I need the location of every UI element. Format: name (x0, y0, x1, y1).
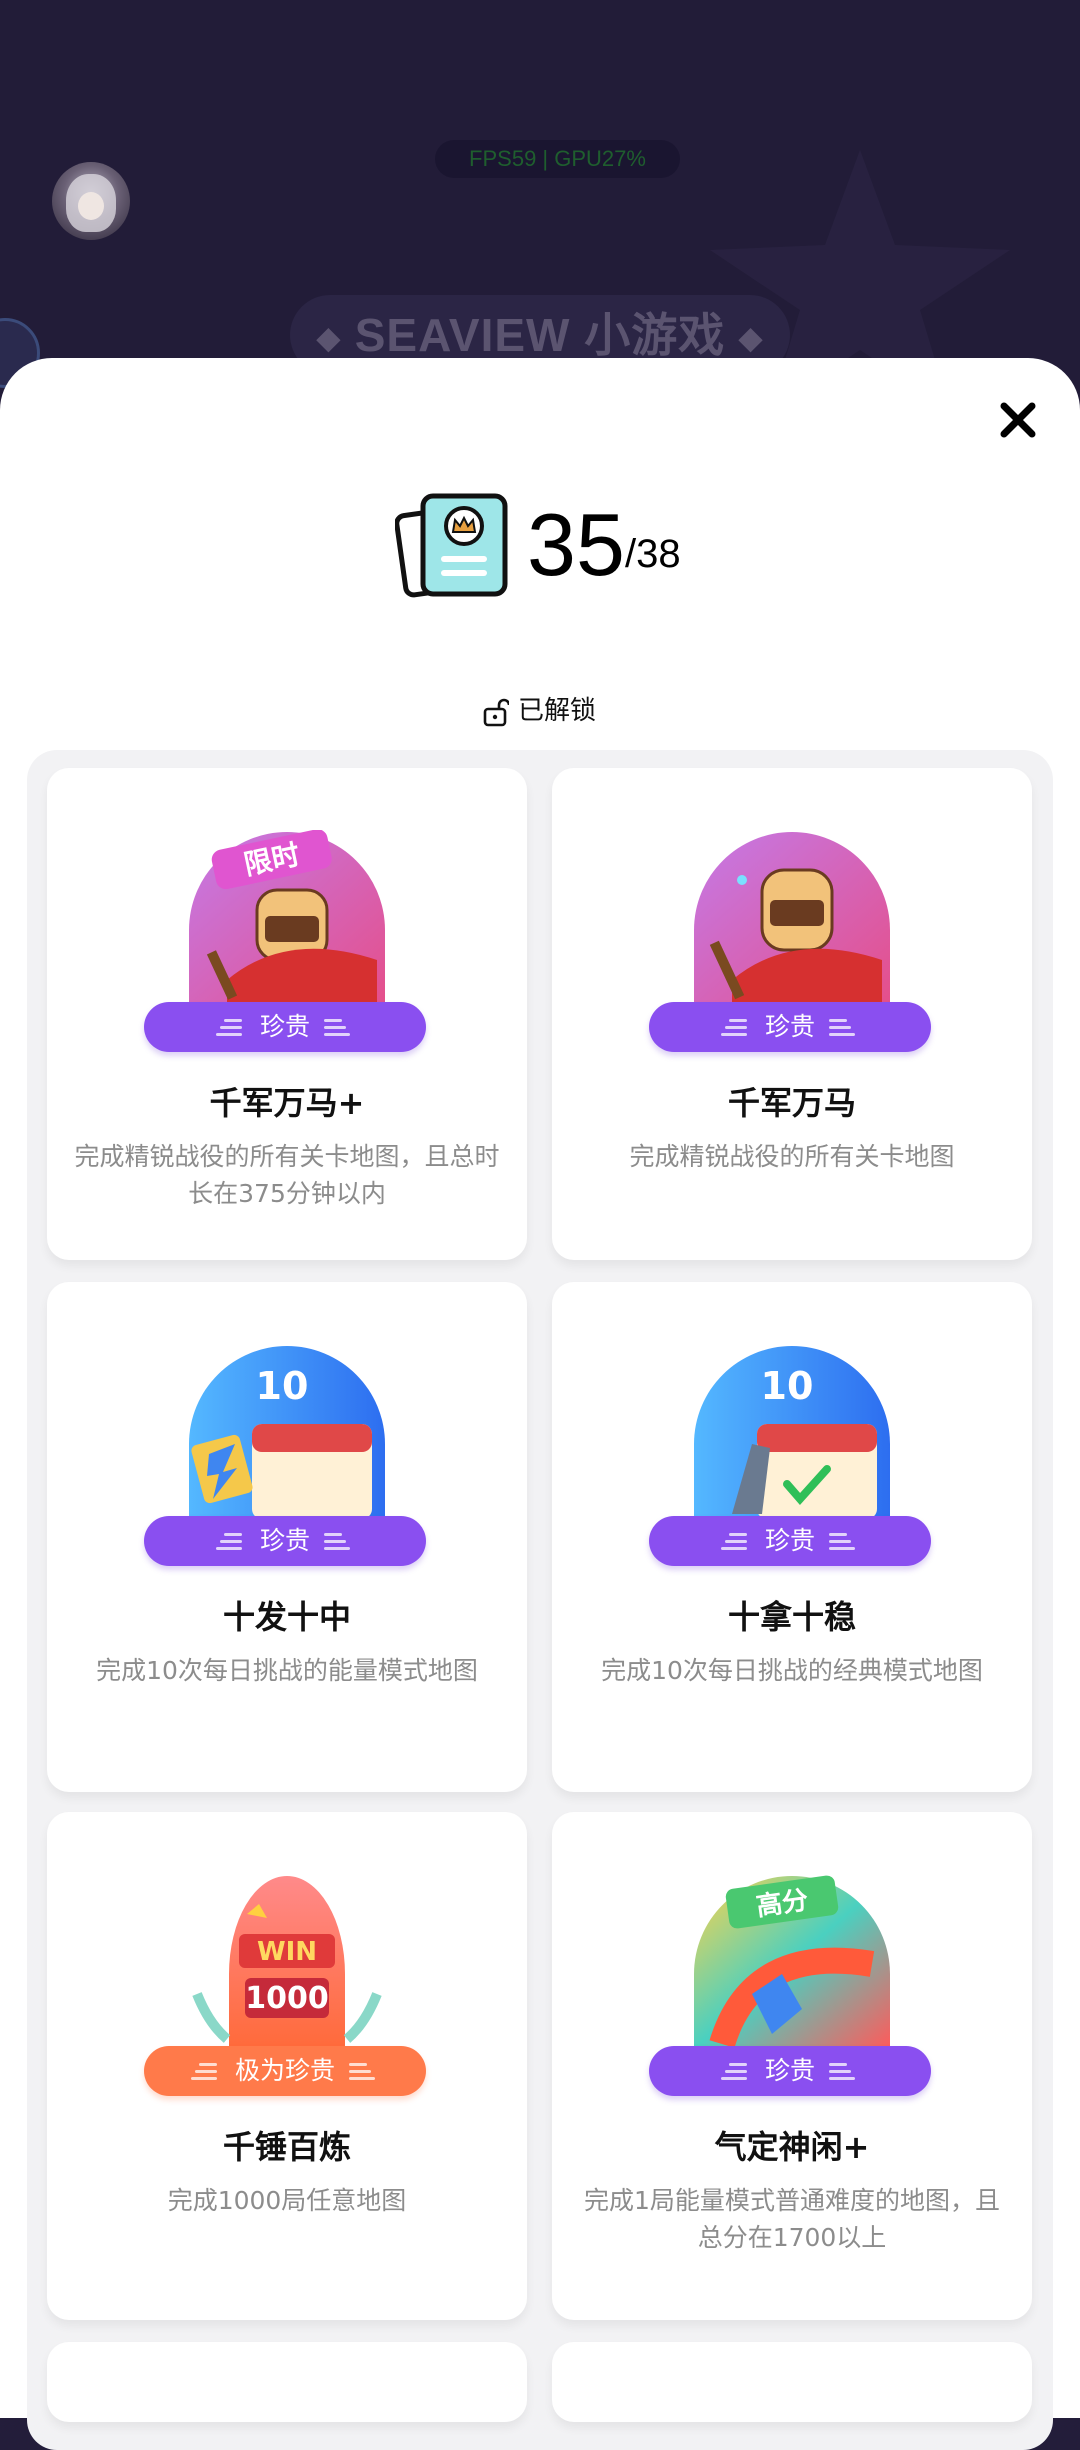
badge-win-text: WIN (257, 1937, 317, 1967)
banner-ornament-left: ◆ (316, 321, 341, 355)
avatar[interactable] (52, 162, 130, 240)
unlocked-label: 已解锁 (518, 696, 597, 726)
rarity-pill: 珍贵 (144, 1002, 426, 1052)
rarity-label: 珍贵 (764, 1526, 815, 1555)
achievement-description: 完成精锐战役的所有关卡地图 (629, 1142, 955, 1171)
achievement-card[interactable]: 限时 珍贵 千军万马+ 完成精锐战役的所有关卡地图，且总时长在375分钟以内 (47, 768, 527, 1260)
achievement-description: 完成精锐战役的所有关卡地图，且总时长在375分钟以内 (74, 1142, 500, 1208)
achievement-title: 十拿十稳 (727, 1598, 856, 1636)
achievement-title: 千军万马+ (209, 1084, 365, 1122)
rarity-label: 珍贵 (764, 2056, 815, 2085)
rarity-label: 极为珍贵 (234, 2056, 335, 2085)
total-count: /38 (625, 532, 681, 576)
achievement-title: 千军万马 (727, 1084, 856, 1122)
calendar-badge-icon: 10 (189, 1346, 385, 1519)
rarity-label: 珍贵 (259, 1012, 310, 1041)
rarity-label: 珍贵 (259, 1526, 310, 1555)
achievement-card[interactable]: 珍贵 千军万马 完成精锐战役的所有关卡地图 (552, 768, 1032, 1260)
unlocked-section-header: 已解锁 (480, 693, 620, 729)
badge-number-text: 1000 (245, 1981, 329, 2016)
achievement-description: 完成10次每日挑战的经典模式地图 (601, 1656, 983, 1685)
rarity-pill: 珍贵 (649, 1002, 931, 1052)
badge-number-text: 10 (761, 1364, 814, 1408)
calendar-badge-icon: 10 (694, 1346, 890, 1519)
banner-ornament-right: ◆ (739, 321, 764, 355)
rarity-label: 珍贵 (764, 1012, 815, 1041)
rarity-pill: 珍贵 (649, 1516, 931, 1566)
achievement-card[interactable]: 高分 珍贵 气定神闲+ 完成1局能量模式普通难度的地图，且总分在1700以上 (552, 1812, 1032, 2320)
knight-badge-icon (694, 832, 890, 1005)
achievement-description: 完成1局能量模式普通难度的地图，且总分在1700以上 (584, 2186, 1000, 2252)
rarity-pill: 极为珍贵 (144, 2046, 426, 2096)
knight-badge-icon: 限时 (189, 830, 385, 1005)
close-icon[interactable] (990, 392, 1046, 448)
achievement-counter: 35 /38 (395, 490, 755, 600)
rarity-pill: 珍贵 (649, 2046, 931, 2096)
achievement-book-icon (395, 493, 508, 598)
unlocked-count: 35 (527, 495, 625, 594)
win-1000-badge-icon: WIN 1000 (192, 1876, 382, 2049)
badge-number-text: 10 (256, 1364, 309, 1408)
banner-title: SEAVIEW 小游戏 (354, 309, 726, 361)
achievement-card[interactable] (47, 2342, 527, 2422)
achievement-card[interactable]: WIN 1000 极为珍贵 千锤百炼 完成1000局任意地图 (47, 1812, 527, 2320)
achievement-card[interactable] (552, 2342, 1032, 2422)
achievement-card[interactable]: 10 珍贵 十拿十稳 完成10次每日挑战的经典模式地图 (552, 1282, 1032, 1792)
rarity-pill: 珍贵 (144, 1516, 426, 1566)
achievement-title: 千锤百炼 (222, 2128, 351, 2166)
achievement-title: 气定神闲+ (714, 2128, 870, 2166)
achievement-title: 十发十中 (222, 1598, 351, 1636)
fps-indicator: FPS59 | GPU27% (435, 140, 680, 178)
unlocked-lock-icon (483, 698, 509, 727)
achievement-description: 完成1000局任意地图 (167, 2186, 407, 2215)
high-score-badge-icon: 高分 (694, 1875, 890, 2049)
achievement-description: 完成10次每日挑战的能量模式地图 (96, 1656, 478, 1685)
achievement-card[interactable]: 10 珍贵 十发十中 完成10次每日挑战的能量模式地图 (47, 1282, 527, 1792)
